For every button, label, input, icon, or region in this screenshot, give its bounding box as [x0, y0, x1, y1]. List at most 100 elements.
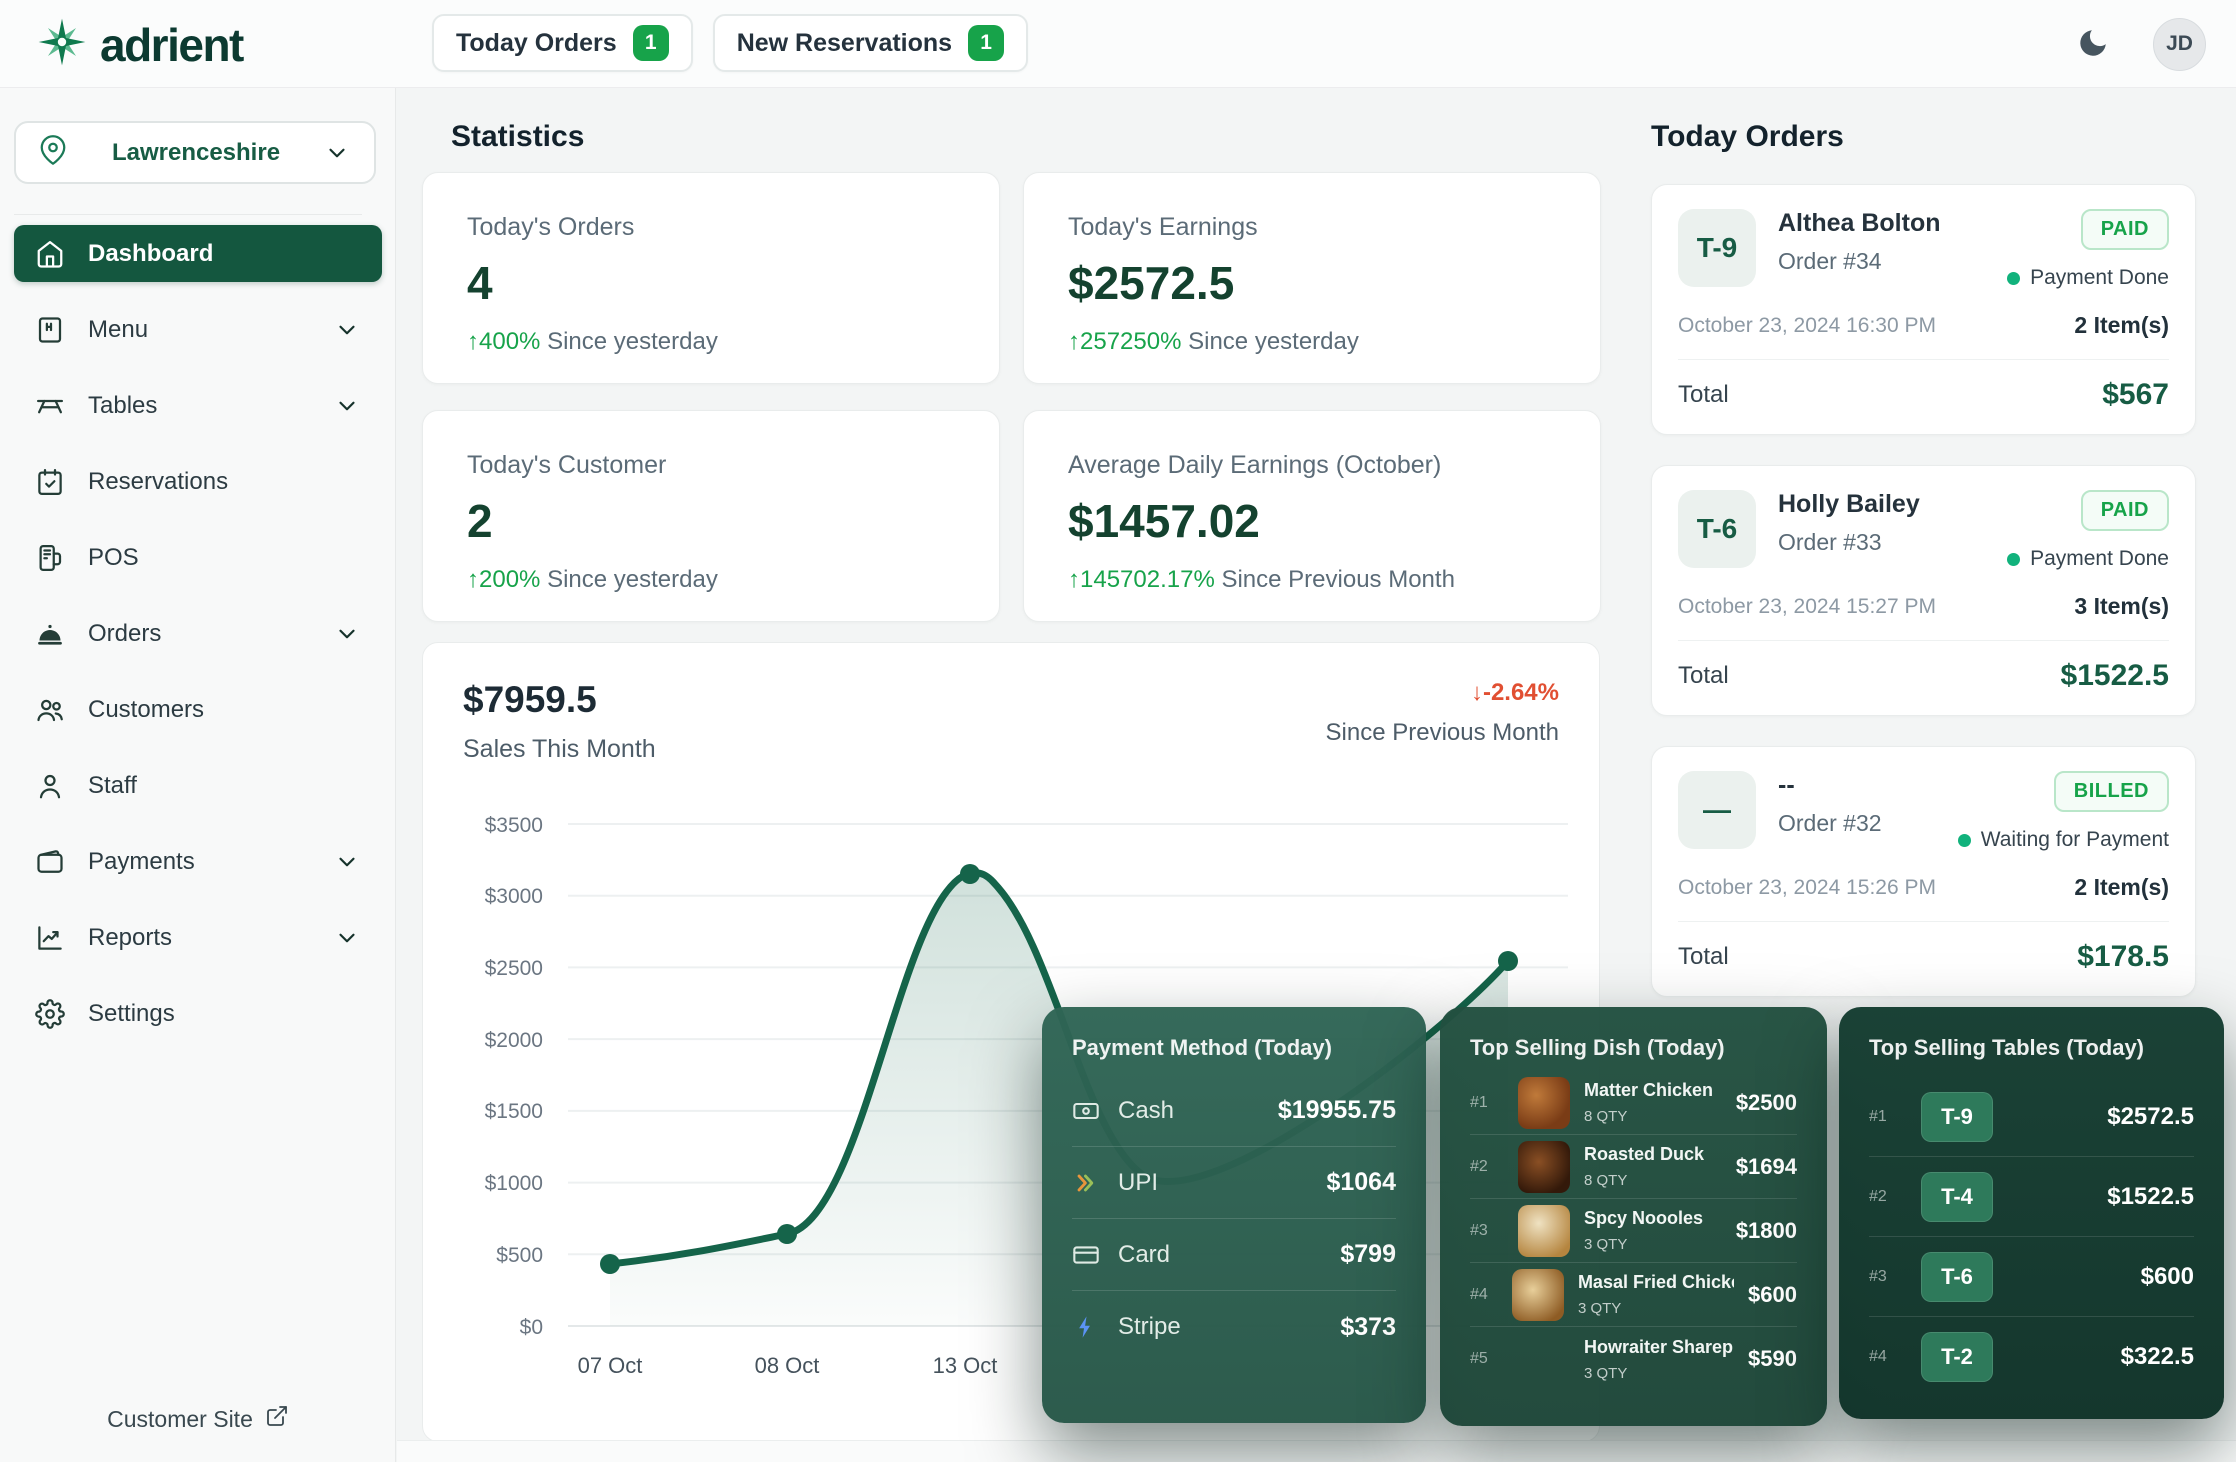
svg-text:$500: $500 — [496, 1244, 543, 1267]
dish-row: #3 Spcy Noooles 3 QTY $1800 — [1470, 1199, 1797, 1263]
payment-method-row: Card $799 — [1072, 1219, 1396, 1291]
sidebar-item-customers[interactable]: Customers — [14, 681, 382, 738]
status-badge: BILLED — [2054, 771, 2169, 812]
sidebar-item-reservations[interactable]: Reservations — [14, 453, 382, 510]
stats-grid: Today's Orders 4 ↑400% Since yesterday T… — [422, 172, 1600, 622]
avatar[interactable]: JD — [2153, 18, 2206, 71]
svg-text:08 Oct: 08 Oct — [755, 1353, 820, 1378]
payment-status: Payment Done — [2030, 266, 2169, 290]
table-chip: T-9 — [1921, 1092, 1993, 1142]
dish-row: #1 Matter Chicken 8 QTY $2500 — [1470, 1071, 1797, 1135]
data-point — [960, 864, 980, 884]
sidebar-item-orders[interactable]: Orders — [14, 605, 382, 662]
today-orders-panel: Today Orders T-9 Althea Bolton Order #34… — [1651, 120, 2196, 997]
order-card[interactable]: T-9 Althea Bolton Order #34 PAID Payment… — [1651, 184, 2196, 435]
svg-text:13 Oct: 13 Oct — [933, 1353, 998, 1378]
sales-subtitle: Sales This Month — [463, 735, 656, 764]
stat-value: $1457.02 — [1068, 494, 1556, 548]
divider — [1678, 921, 2169, 922]
stat-card-todays-earnings: Today's Earnings $2572.5 ↑257250% Since … — [1023, 172, 1601, 384]
sidebar-item-dashboard[interactable]: Dashboard — [14, 225, 382, 282]
order-datetime: October 23, 2024 15:26 PM — [1678, 876, 1936, 900]
topbar: adrient Today Orders 1 New Reservations … — [0, 0, 2236, 88]
logo-mark-icon — [34, 14, 90, 75]
cash-icon — [1072, 1096, 1102, 1126]
sidebar-item-staff[interactable]: Staff — [14, 757, 382, 814]
data-point — [600, 1254, 620, 1274]
table-chip: T-9 — [1678, 209, 1756, 287]
stat-value: 4 — [467, 256, 955, 310]
stripe-icon — [1072, 1312, 1102, 1342]
stat-delta: ↑400% — [467, 328, 540, 355]
table-chip: T-6 — [1678, 490, 1756, 568]
new-reservations-count-badge: 1 — [968, 25, 1004, 61]
sidebar-item-menu[interactable]: Menu — [14, 301, 382, 358]
app-logo: adrient — [34, 14, 243, 75]
customer-name: Althea Bolton — [1778, 209, 1941, 238]
order-items-count: 2 Item(s) — [2074, 874, 2169, 901]
sidebar-item-reports[interactable]: Reports — [14, 909, 382, 966]
order-datetime: October 23, 2024 16:30 PM — [1678, 314, 1936, 338]
topbar-buttons: Today Orders 1 New Reservations 1 — [432, 14, 1028, 72]
sidebar-item-tables[interactable]: Tables — [14, 377, 382, 434]
status-badge: PAID — [2081, 209, 2169, 250]
moon-icon — [2076, 26, 2110, 63]
logo-text: adrient — [100, 18, 243, 72]
statistics-title: Statistics — [451, 120, 584, 154]
sales-delta: ↓-2.64% — [1326, 679, 1559, 707]
upi-icon — [1072, 1168, 1102, 1198]
svg-text:07 Oct: 07 Oct — [578, 1353, 643, 1378]
payment-status: Waiting for Payment — [1981, 828, 2169, 852]
table-row: #3 T-6 $600 — [1869, 1237, 2194, 1317]
user-icon — [34, 770, 66, 802]
sidebar: Lawrenceshire Dashboard Menu — [0, 88, 396, 1462]
table-chip: T-2 — [1921, 1332, 1993, 1382]
dark-mode-toggle[interactable] — [2071, 22, 2115, 66]
wallet-icon — [34, 846, 66, 878]
bottom-scroll-strip[interactable] — [397, 1440, 2236, 1462]
order-card[interactable]: — -- Order #32 BILLED Waiting for Paymen… — [1651, 746, 2196, 997]
topbar-right: JD — [2071, 0, 2206, 88]
location-pin-icon — [38, 135, 68, 170]
order-card[interactable]: T-6 Holly Bailey Order #33 PAID Payment … — [1651, 465, 2196, 716]
payment-status-dot — [2007, 553, 2020, 566]
pos-terminal-icon — [34, 542, 66, 574]
today-orders-title: Today Orders — [1651, 120, 2196, 154]
chevron-down-icon — [324, 139, 352, 167]
external-link-icon — [265, 1404, 289, 1434]
order-total: $567 — [2102, 378, 2169, 412]
dish-row: #2 Roasted Duck 8 QTY $1694 — [1470, 1135, 1797, 1199]
divider — [1678, 359, 2169, 360]
location-selector[interactable]: Lawrenceshire — [14, 121, 376, 184]
customer-site-link[interactable]: Customer Site — [0, 1404, 396, 1434]
dish-image — [1512, 1269, 1564, 1321]
stat-card-average-daily-earnings: Average Daily Earnings (October) $1457.0… — [1023, 410, 1601, 622]
payment-status-dot — [1958, 834, 1971, 847]
order-items-count: 2 Item(s) — [2074, 312, 2169, 339]
payment-method-row: Stripe $373 — [1072, 1291, 1396, 1363]
payment-method-row: UPI $1064 — [1072, 1147, 1396, 1219]
card-icon — [1072, 1240, 1102, 1270]
location-label: Lawrenceshire — [94, 139, 298, 167]
dish-image — [1518, 1333, 1570, 1385]
sales-delta-note: Since Previous Month — [1326, 719, 1559, 747]
today-orders-count-badge: 1 — [633, 25, 669, 61]
sidebar-item-payments[interactable]: Payments — [14, 833, 382, 890]
order-total: $1522.5 — [2061, 659, 2169, 693]
divider — [1678, 640, 2169, 641]
payment-method-row: Cash $19955.75 — [1072, 1075, 1396, 1147]
table-row: #4 T-2 $322.5 — [1869, 1317, 2194, 1397]
payment-status-dot — [2007, 272, 2020, 285]
sidebar-item-settings[interactable]: Settings — [14, 985, 382, 1042]
sidebar-item-pos[interactable]: POS — [14, 529, 382, 586]
trend-chart-icon — [34, 922, 66, 954]
new-reservations-button[interactable]: New Reservations 1 — [713, 14, 1028, 72]
svg-text:$2500: $2500 — [485, 957, 543, 980]
data-point — [777, 1224, 797, 1244]
today-orders-button[interactable]: Today Orders 1 — [432, 14, 693, 72]
chevron-down-icon — [334, 620, 362, 648]
svg-text:$3000: $3000 — [485, 885, 543, 908]
tables-icon — [34, 390, 66, 422]
order-number: Order #32 — [1778, 810, 1882, 837]
svg-text:$1000: $1000 — [485, 1172, 543, 1195]
